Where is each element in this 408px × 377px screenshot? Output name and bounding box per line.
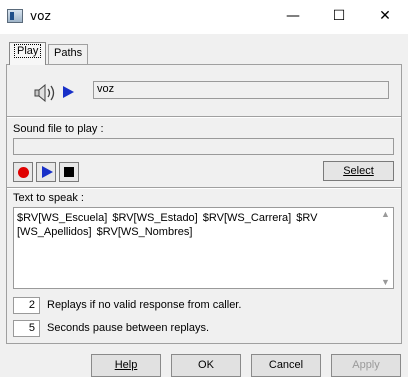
help-button[interactable]: Help	[91, 354, 161, 377]
window-title: voz	[30, 9, 51, 23]
help-label: Help	[114, 359, 138, 371]
tab-paths[interactable]: Paths	[48, 44, 89, 64]
scroll-down-icon[interactable]: ▼	[381, 278, 391, 287]
minimize-icon: —	[286, 8, 300, 24]
apply-button[interactable]: Apply	[331, 354, 401, 377]
play-panel: voz Sound file to play : Select Text to …	[6, 64, 402, 344]
maximize-icon: ☐	[332, 8, 346, 24]
apply-label: Apply	[352, 359, 380, 371]
tab-play[interactable]: Play	[9, 42, 47, 65]
sound-file-label: Sound file to play :	[13, 123, 104, 135]
record-button[interactable]	[13, 162, 33, 182]
replays-input[interactable]: 2	[13, 297, 40, 314]
scroll-up-icon[interactable]: ▲	[381, 210, 391, 219]
text-to-speak-label: Text to speak :	[13, 192, 84, 204]
text-to-speak-input[interactable]: $RV[WS_Escuela] $RV[WS_Estado] $RV[WS_Ca…	[13, 207, 394, 289]
play-button[interactable]	[36, 162, 56, 182]
tab-paths-label: Paths	[54, 47, 83, 59]
separator	[7, 116, 401, 118]
pause-input[interactable]: 5	[13, 320, 40, 337]
sound-file-input[interactable]	[13, 138, 394, 155]
app-icon	[7, 9, 23, 23]
replays-label: Replays if no valid response from caller…	[47, 299, 242, 311]
cancel-label: Cancel	[268, 359, 304, 371]
stop-button[interactable]	[59, 162, 79, 182]
minimize-button[interactable]: —	[270, 0, 316, 32]
pause-label: Seconds pause between replays.	[47, 322, 210, 334]
speaker-icon	[34, 84, 55, 102]
play-icon[interactable]	[63, 86, 74, 98]
name-field[interactable]: voz	[93, 81, 389, 99]
ok-label: OK	[198, 359, 214, 371]
close-button[interactable]: ✕	[362, 0, 408, 32]
stop-icon	[64, 167, 74, 177]
close-icon: ✕	[379, 8, 391, 24]
maximize-button[interactable]: ☐	[316, 0, 362, 32]
separator	[7, 187, 401, 189]
record-icon	[17, 166, 29, 178]
text-to-speak-value: $RV[WS_Escuela] $RV[WS_Estado] $RV[WS_Ca…	[17, 212, 318, 238]
play-icon	[41, 166, 53, 178]
tab-play-label: Play	[13, 44, 42, 58]
ok-button[interactable]: OK	[171, 354, 241, 377]
dialog-body: Play Paths voz Sound file to play : Sele…	[0, 34, 408, 377]
title-bar: voz — ☐ ✕	[0, 0, 408, 34]
select-button[interactable]: Select	[323, 161, 394, 181]
cancel-button[interactable]: Cancel	[251, 354, 321, 377]
